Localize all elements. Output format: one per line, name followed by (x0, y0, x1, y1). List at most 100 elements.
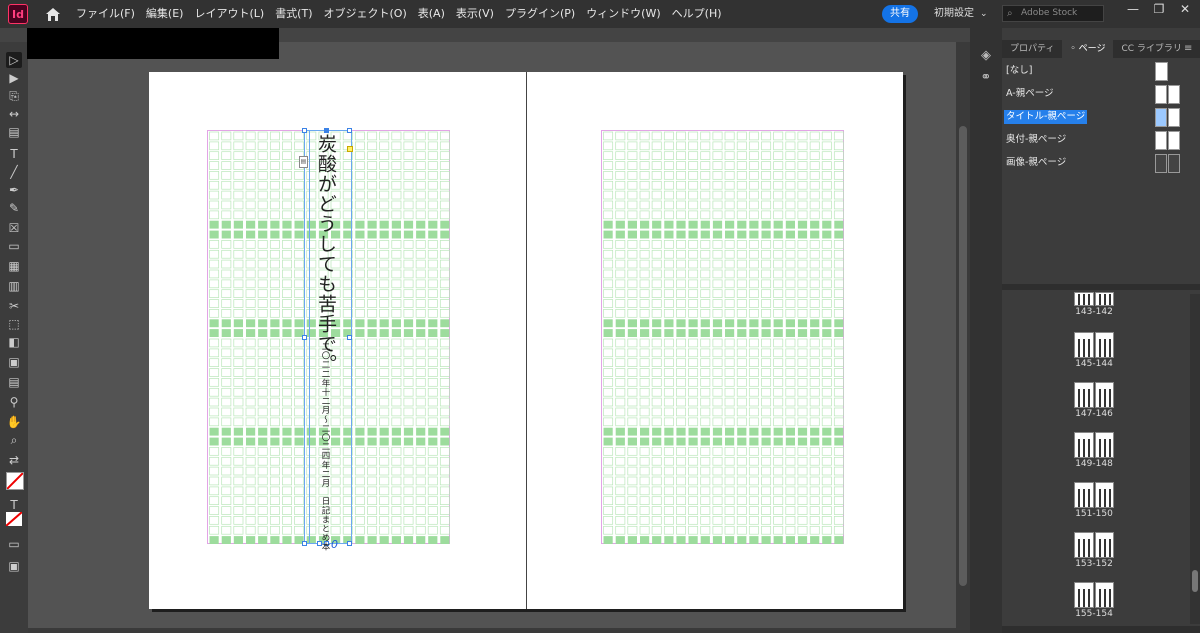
live-corner-handle[interactable] (347, 146, 353, 152)
layers-icon[interactable]: ◈ (978, 48, 994, 64)
menu-item[interactable]: ヘルプ(H) (672, 0, 722, 28)
grid-cell (221, 240, 232, 249)
frame-handle[interactable] (302, 335, 307, 340)
screen-mode-icon[interactable]: ▣ (6, 558, 22, 574)
grid-cell (282, 309, 292, 318)
master-page-item[interactable]: タイトル-親ページ (1002, 108, 1192, 128)
left-page[interactable]: ▤ 炭酸がどうしても苦手で。 二〇二二年十二月〜二〇二四年二月 日記まとめ本 0 (149, 72, 526, 609)
frame-handle[interactable] (302, 541, 307, 546)
frame-handle[interactable] (302, 128, 307, 133)
panel-menu-icon[interactable]: ≡ (1184, 40, 1192, 58)
hand-tool-icon[interactable]: ✋ (6, 414, 22, 430)
grid-cell (797, 447, 808, 456)
grid-cell (676, 329, 686, 337)
grid-cell (233, 476, 244, 486)
panel-tab[interactable]: ◦ ページ (1062, 40, 1114, 58)
master-page-item[interactable]: [なし] (1002, 62, 1192, 82)
page-tool-icon[interactable]: ⎘ (6, 88, 22, 104)
free-transform-tool-icon[interactable]: ⬚ (6, 316, 22, 332)
content-collector-icon[interactable]: ▤ (6, 124, 22, 140)
menu-item[interactable]: 書式(T) (275, 0, 312, 28)
restore-icon[interactable]: ❐ (1146, 0, 1172, 28)
menu-item[interactable]: プラグイン(P) (505, 0, 575, 28)
grid-cell (354, 447, 365, 456)
rectangle-tool-icon[interactable]: ▭ (6, 238, 22, 254)
menu-item[interactable]: レイアウト(L) (194, 0, 264, 28)
grid-cell (821, 525, 832, 535)
grid-tool-icon[interactable]: ▥ (6, 278, 22, 294)
grid-cell (258, 437, 268, 446)
pen-tool-icon[interactable]: ✒ (6, 182, 22, 198)
apply-none-icon[interactable] (5, 511, 23, 527)
formatting-container-icon[interactable]: T (6, 497, 22, 513)
direct-selection-tool-icon[interactable]: ▶ (6, 70, 22, 86)
grid-cell (809, 496, 820, 505)
vertical-scrollbar[interactable] (956, 42, 970, 633)
zoom-tool-icon[interactable]: ⌕ (6, 432, 22, 448)
panel-tab[interactable]: プロパティ (1002, 40, 1062, 58)
menu-item[interactable]: 表(A) (418, 0, 445, 28)
close-icon[interactable]: ✕ (1172, 0, 1198, 28)
panel-scrollbar[interactable] (1190, 294, 1200, 624)
selection-tool-icon[interactable]: ▷ (6, 52, 22, 68)
menu-item[interactable]: ウィンドウ(W) (586, 0, 660, 28)
grid-cell (269, 240, 280, 249)
grid-cell (245, 466, 256, 476)
links-icon[interactable]: ⚭ (978, 70, 994, 86)
panel-tab[interactable]: CC ライブラリ (1113, 40, 1189, 58)
scissors-tool-icon[interactable]: ✂ (6, 298, 22, 314)
horizontal-scrollbar[interactable] (28, 628, 956, 633)
type-tool-icon[interactable]: T (6, 146, 22, 162)
grid-cell (724, 525, 735, 535)
frame-handle[interactable] (324, 128, 329, 133)
line-tool-icon[interactable]: ╱ (6, 164, 22, 180)
grid-cell (833, 151, 844, 160)
book-subtitle[interactable]: 二〇二二年十二月〜二〇二四年二月 日記まとめ本 (318, 342, 332, 551)
gap-tool-icon[interactable]: ↔ (6, 106, 22, 122)
eyedropper-tool-icon[interactable]: ⚲ (6, 394, 22, 410)
grid-cell (724, 358, 735, 367)
table-tool-icon[interactable]: ▦ (6, 258, 22, 274)
menu-item[interactable]: オブジェクト(O) (324, 0, 407, 28)
scroll-thumb[interactable] (959, 126, 967, 586)
grid-cell (639, 338, 650, 348)
frame-handle[interactable] (347, 128, 352, 133)
grid-cell (700, 437, 710, 446)
grid-cell (627, 417, 638, 427)
master-page-item[interactable]: 画像-親ページ (1002, 154, 1192, 174)
menu-item[interactable]: 編集(E) (146, 0, 184, 28)
grid-cell (209, 141, 220, 151)
right-page[interactable] (526, 72, 903, 609)
grid-cell (415, 516, 426, 525)
fill-swatch-icon[interactable] (6, 472, 24, 490)
menu-item[interactable]: ファイル(F) (76, 0, 135, 28)
share-button[interactable]: 共有 (882, 5, 918, 23)
frame-handle[interactable] (347, 541, 352, 546)
grid-cell (367, 466, 378, 476)
panel-scroll-thumb[interactable] (1192, 570, 1198, 592)
grid-cell (651, 486, 662, 496)
grid-cell (221, 329, 231, 337)
grid-cell (797, 141, 808, 151)
adobe-stock-search[interactable]: ⌕ Adobe Stock (1002, 5, 1104, 22)
minimize-icon[interactable]: — (1120, 0, 1146, 28)
default-colors-icon[interactable]: ⇄ (6, 452, 22, 468)
normal-mode-icon[interactable]: ▭ (6, 536, 22, 552)
frame-handle[interactable] (347, 335, 352, 340)
grid-cell (809, 161, 820, 170)
note-tool-icon[interactable]: ▤ (6, 374, 22, 390)
rectangle-frame-tool-icon[interactable]: ☒ (6, 220, 22, 236)
home-icon[interactable] (44, 6, 62, 22)
gradient-tool-icon[interactable]: ◧ (6, 334, 22, 350)
grid-cell (651, 378, 662, 387)
workspace-switcher[interactable]: 初期設定 ⌄ (934, 0, 988, 28)
book-title[interactable]: 炭酸がどうしても苦手で。 (315, 134, 337, 374)
grid-cell (367, 338, 378, 348)
menu-item[interactable]: 表示(V) (456, 0, 494, 28)
pencil-tool-icon[interactable]: ✎ (6, 200, 22, 216)
panel-divider[interactable] (1002, 284, 1200, 290)
grid-cell (651, 309, 662, 318)
gradient-feather-icon[interactable]: ▣ (6, 354, 22, 370)
master-page-item[interactable]: A-親ページ (1002, 85, 1192, 105)
master-page-item[interactable]: 奥付-親ページ (1002, 131, 1192, 151)
